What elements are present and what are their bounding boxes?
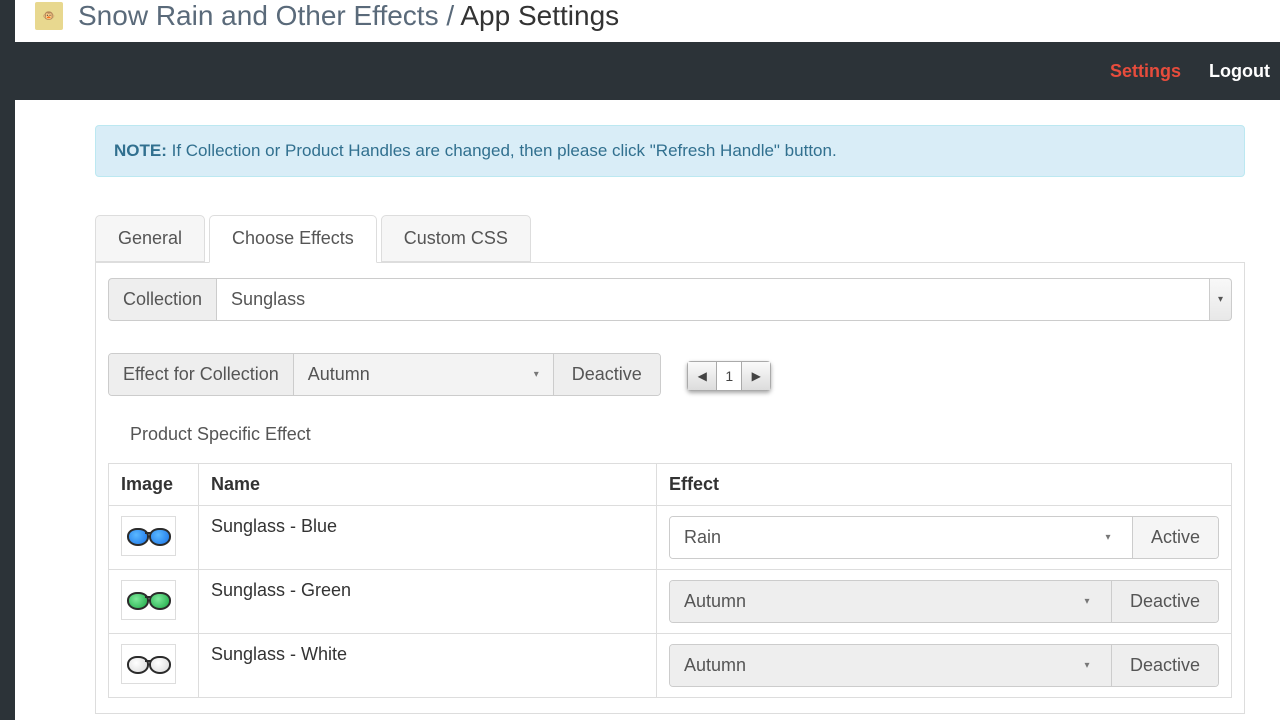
product-specific-effect-title: Product Specific Effect bbox=[130, 424, 1232, 445]
main-content: NOTE: If Collection or Product Handles a… bbox=[15, 100, 1280, 714]
cell-image bbox=[109, 570, 199, 634]
effect-selected: Autumn bbox=[684, 655, 746, 676]
breadcrumb-sep: / bbox=[439, 0, 461, 31]
effect-for-collection-group: Effect for Collection Autumn ▾ Deactive bbox=[108, 353, 661, 396]
effect-select[interactable]: Rain ▾ bbox=[670, 517, 1133, 558]
chevron-down-icon: ▾ bbox=[1098, 532, 1118, 543]
app-logo-icon: 🐵 bbox=[35, 2, 63, 30]
product-thumbnail bbox=[121, 580, 176, 620]
sunglasses-icon bbox=[125, 590, 173, 610]
effect-toggle-button[interactable]: Active bbox=[1133, 517, 1218, 558]
col-header-name: Name bbox=[199, 464, 657, 506]
collection-label: Collection bbox=[108, 278, 217, 321]
sunglasses-icon bbox=[125, 654, 173, 674]
effect-selected: Autumn bbox=[684, 591, 746, 612]
effect-group: Rain ▾ Active bbox=[669, 516, 1219, 559]
product-name: Sunglass - Green bbox=[211, 580, 351, 600]
collection-group: Collection Sunglass ▾ bbox=[108, 278, 1232, 321]
product-name: Sunglass - Blue bbox=[211, 516, 337, 536]
effect-for-collection-deactive-button[interactable]: Deactive bbox=[554, 354, 660, 395]
page-header: 🐵 Snow Rain and Other Effects / App Sett… bbox=[0, 0, 1280, 42]
note-text: If Collection or Product Handles are cha… bbox=[167, 141, 837, 160]
table-row: Sunglass - Blue Rain ▾ Active bbox=[109, 506, 1232, 570]
note-callout: NOTE: If Collection or Product Handles a… bbox=[95, 125, 1245, 177]
product-name: Sunglass - White bbox=[211, 644, 347, 664]
table-row: Sunglass - White Autumn ▾ Deactive bbox=[109, 634, 1232, 698]
breadcrumb: Snow Rain and Other Effects / App Settin… bbox=[78, 0, 619, 32]
cell-effect: Autumn ▾ Deactive bbox=[657, 634, 1232, 698]
pager-next-button[interactable]: ▶ bbox=[741, 361, 771, 391]
cell-name: Sunglass - Green bbox=[199, 570, 657, 634]
effect-select[interactable]: Autumn ▾ bbox=[670, 581, 1112, 622]
table-header-row: Image Name Effect bbox=[109, 464, 1232, 506]
cell-name: Sunglass - White bbox=[199, 634, 657, 698]
chevron-down-icon: ▾ bbox=[1210, 278, 1232, 321]
effect-selected: Rain bbox=[684, 527, 721, 548]
table-row: Sunglass - Green Autumn ▾ Deactive bbox=[109, 570, 1232, 634]
chevron-down-icon: ▾ bbox=[1077, 660, 1097, 671]
effect-for-collection-label: Effect for Collection bbox=[109, 354, 294, 395]
collection-select[interactable]: Sunglass ▾ bbox=[217, 278, 1232, 321]
left-dark-strip bbox=[0, 0, 15, 720]
breadcrumb-current: App Settings bbox=[460, 0, 619, 31]
effect-group: Autumn ▾ Deactive bbox=[669, 580, 1219, 623]
product-table: Image Name Effect Sunglass - Blue Rain ▾… bbox=[108, 463, 1232, 698]
product-thumbnail bbox=[121, 516, 176, 556]
pager: ◀ 1 ▶ bbox=[687, 361, 771, 391]
tabs: General Choose Effects Custom CSS bbox=[95, 215, 1245, 263]
sunglasses-icon bbox=[125, 526, 173, 546]
col-header-effect: Effect bbox=[657, 464, 1232, 506]
cell-effect: Autumn ▾ Deactive bbox=[657, 570, 1232, 634]
pager-prev-button[interactable]: ◀ bbox=[687, 361, 717, 391]
effect-group: Autumn ▾ Deactive bbox=[669, 644, 1219, 687]
effect-select[interactable]: Autumn ▾ bbox=[670, 645, 1112, 686]
effect-for-collection-selected: Autumn bbox=[308, 364, 370, 385]
cell-image bbox=[109, 634, 199, 698]
effect-toggle-button[interactable]: Deactive bbox=[1112, 645, 1218, 686]
nav-logout[interactable]: Logout bbox=[1209, 61, 1270, 82]
breadcrumb-app[interactable]: Snow Rain and Other Effects bbox=[78, 0, 439, 31]
effect-toggle-button[interactable]: Deactive bbox=[1112, 581, 1218, 622]
cell-effect: Rain ▾ Active bbox=[657, 506, 1232, 570]
note-label: NOTE: bbox=[114, 141, 167, 160]
pager-page-number[interactable]: 1 bbox=[717, 361, 741, 391]
chevron-down-icon: ▾ bbox=[1077, 596, 1097, 607]
chevron-down-icon: ▾ bbox=[534, 369, 539, 380]
nav-settings[interactable]: Settings bbox=[1110, 61, 1181, 82]
tab-choose-effects[interactable]: Choose Effects bbox=[209, 215, 377, 263]
effect-for-collection-select[interactable]: Autumn ▾ bbox=[294, 354, 554, 395]
tab-general[interactable]: General bbox=[95, 215, 205, 262]
tab-panel: Collection Sunglass ▾ Effect for Collect… bbox=[95, 263, 1245, 714]
collection-selected: Sunglass bbox=[217, 278, 1210, 321]
cell-image bbox=[109, 506, 199, 570]
top-navbar: Settings Logout bbox=[0, 42, 1280, 100]
product-thumbnail bbox=[121, 644, 176, 684]
tab-custom-css[interactable]: Custom CSS bbox=[381, 215, 531, 262]
col-header-image: Image bbox=[109, 464, 199, 506]
cell-name: Sunglass - Blue bbox=[199, 506, 657, 570]
